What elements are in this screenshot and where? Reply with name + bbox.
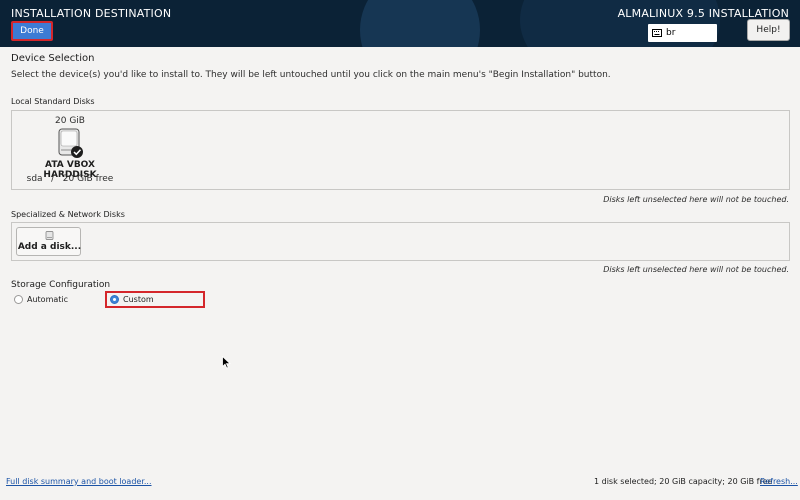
full-disk-summary-link[interactable]: Full disk summary and boot loader... bbox=[6, 477, 152, 486]
local-disks-note: Disks left unselected here will not be t… bbox=[603, 195, 789, 204]
radio-unchecked-icon bbox=[14, 295, 23, 304]
add-disk-button[interactable]: Add a disk... bbox=[16, 227, 81, 256]
radio-automatic-label: Automatic bbox=[27, 295, 69, 304]
header-bar: INSTALLATION DESTINATION Done ALMALINUX … bbox=[0, 0, 800, 47]
device-selection-description: Select the device(s) you'd like to insta… bbox=[11, 70, 611, 80]
radio-checked-icon bbox=[110, 295, 119, 304]
disk-status-text: 1 disk selected; 20 GiB capacity; 20 GiB… bbox=[594, 477, 773, 486]
local-disks-panel bbox=[11, 110, 790, 190]
local-disks-heading: Local Standard Disks bbox=[11, 97, 95, 106]
help-button[interactable]: Help! bbox=[747, 19, 790, 41]
harddisk-icon bbox=[58, 128, 83, 158]
done-button[interactable]: Done bbox=[11, 21, 53, 41]
keyboard-layout-indicator[interactable]: br bbox=[648, 24, 717, 42]
add-disk-label: Add a disk... bbox=[17, 242, 82, 252]
radio-custom-label: Custom bbox=[123, 295, 154, 304]
header-logo-decoration bbox=[360, 0, 480, 47]
radio-automatic[interactable]: Automatic bbox=[14, 295, 68, 304]
disk-size: 20 GiB bbox=[55, 116, 85, 126]
refresh-link[interactable]: Refresh... bbox=[760, 477, 798, 486]
page-title: INSTALLATION DESTINATION bbox=[11, 7, 172, 20]
disk-free-info: sda / 20 GiB free bbox=[26, 174, 114, 184]
radio-custom[interactable]: Custom bbox=[110, 295, 154, 304]
device-selection-title: Device Selection bbox=[11, 53, 95, 64]
storage-config-title: Storage Configuration bbox=[11, 280, 111, 290]
disk-small-icon bbox=[45, 231, 54, 240]
network-disks-note: Disks left unselected here will not be t… bbox=[603, 265, 789, 274]
network-disks-heading: Specialized & Network Disks bbox=[11, 210, 125, 219]
disk-tile-sda[interactable]: 20 GiB ATA VBOX HARDDISK sda / 20 GiB fr… bbox=[17, 113, 123, 189]
network-disks-panel bbox=[11, 222, 790, 261]
keyboard-layout-label: br bbox=[666, 28, 676, 38]
keyboard-icon bbox=[652, 29, 662, 37]
mouse-pointer-icon bbox=[222, 356, 231, 369]
